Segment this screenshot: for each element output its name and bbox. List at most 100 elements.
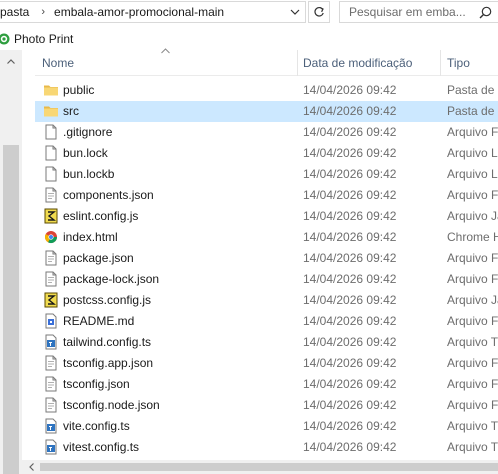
file-date: 14/04/2026 09:42 [303,125,397,139]
file-date: 14/04/2026 09:42 [303,167,397,181]
chevron-down-icon [290,9,300,15]
folder-icon [43,82,59,98]
chevron-up-icon [7,58,15,64]
file-date: 14/04/2026 09:42 [303,83,397,97]
file-name[interactable]: bun.lockb [63,164,114,185]
js-file-icon [43,208,59,224]
favorite-photo-print[interactable]: Photo Print [0,32,73,46]
file-row[interactable]: README.md 14/04/2026 09:42 Arquivo F [35,311,498,332]
search-placeholder[interactable]: Pesquisar em emba... [349,5,466,19]
file-row[interactable]: tsconfig.node.json 14/04/2026 09:42 Arquiv… [35,395,498,416]
file-icon [43,166,59,182]
file-type: Pasta de a [447,83,498,97]
file-date: 14/04/2026 09:42 [303,188,397,202]
file-date: 14/04/2026 09:42 [303,230,397,244]
breadcrumb-current[interactable]: embala-amor-promocional-main [54,5,224,19]
file-date: 14/04/2026 09:42 [303,146,397,160]
chrome-html-icon [43,229,59,245]
file-name[interactable]: package-lock.json [63,269,159,290]
file-name[interactable]: index.html [63,227,118,248]
column-divider[interactable] [440,50,441,76]
column-date[interactable]: Data de modificação [303,50,412,76]
address-bar[interactable]: pasta › embala-amor-promocional-main [0,1,306,23]
favorite-label: Photo Print [14,32,74,46]
file-name[interactable]: tsconfig.app.json [63,353,153,374]
file-name[interactable]: tailwind.config.ts [63,332,151,353]
file-row[interactable]: src 14/04/2026 09:42 Pasta de a [35,101,498,122]
file-date: 14/04/2026 09:42 [303,251,397,265]
file-row[interactable]: postcss.config.js 14/04/2026 09:42 Arquivo… [35,290,498,311]
file-name[interactable]: postcss.config.js [63,290,151,311]
scroll-up-button[interactable] [0,54,22,68]
nav-scroll-thumb[interactable] [3,145,19,474]
file-name[interactable]: bun.lock [63,143,108,164]
file-type: Arquivo Ja [447,293,498,307]
column-type[interactable]: Tipo [447,50,470,76]
file-row[interactable]: public 14/04/2026 09:42 Pasta de a [35,80,498,101]
ts-file-icon [43,439,59,455]
file-name[interactable]: tsconfig.json [63,374,130,395]
file-row[interactable]: index.html 14/04/2026 09:42 Chrome H [35,227,498,248]
file-row[interactable]: bun.lock 14/04/2026 09:42 Arquivo L [35,143,498,164]
horizontal-scroll-thumb[interactable] [40,463,498,471]
file-row[interactable]: vitest.config.ts 14/04/2026 09:42 Arquivo … [35,437,498,458]
folder-icon [43,103,59,119]
nav-pane-scrollbar[interactable] [0,50,22,474]
file-date: 14/04/2026 09:42 [303,440,397,454]
breadcrumb-separator-icon[interactable]: › [41,6,45,18]
file-row[interactable]: .gitignore 14/04/2026 09:42 Arquivo F [35,122,498,143]
json-file-icon [43,250,59,266]
breadcrumb-parent[interactable]: pasta [0,5,29,19]
json-file-icon [43,355,59,371]
file-date: 14/04/2026 09:42 [303,377,397,391]
json-file-icon [43,271,59,287]
file-type: Arquivo F [447,188,498,202]
file-type: Arquivo Ja [447,209,498,223]
file-name[interactable]: README.md [63,311,134,332]
file-row[interactable]: components.json 14/04/2026 09:42 Arquivo F [35,185,498,206]
file-row[interactable]: tsconfig.json 14/04/2026 09:42 Arquivo F [35,374,498,395]
file-type: Arquivo T [447,419,498,433]
file-name[interactable]: public [63,80,94,101]
file-icon [43,145,59,161]
file-name[interactable]: .gitignore [63,122,112,143]
address-history-dropdown[interactable] [284,2,306,22]
file-row[interactable]: eslint.config.js 14/04/2026 09:42 Arquivo … [35,206,498,227]
horizontal-scrollbar[interactable] [22,460,498,474]
json-file-icon [43,376,59,392]
file-row[interactable]: vite.config.ts 14/04/2026 09:42 Arquivo T [35,416,498,437]
file-name[interactable]: src [63,101,79,122]
file-type: Chrome H [447,230,498,244]
search-icon [479,6,492,19]
file-name[interactable]: package.json [63,248,134,269]
file-name[interactable]: eslint.config.js [63,206,138,227]
refresh-button[interactable] [308,1,330,23]
js-file-icon [43,292,59,308]
column-divider[interactable] [297,50,298,76]
file-name[interactable]: tsconfig.node.json [63,395,160,416]
ts-file-icon [43,334,59,350]
file-row[interactable]: package-lock.json 14/04/2026 09:42 Arquivo… [35,269,498,290]
search-box[interactable]: Pesquisar em emba... [339,1,498,23]
favorites-bar: Photo Print [0,28,498,50]
refresh-icon [314,6,324,17]
file-type: Arquivo L [447,146,498,160]
file-name[interactable]: components.json [63,185,154,206]
file-date: 14/04/2026 09:42 [303,398,397,412]
column-name[interactable]: Nome [42,50,74,76]
file-name[interactable]: vite.config.ts [63,416,130,437]
scroll-left-button[interactable] [26,462,36,472]
json-file-icon [43,397,59,413]
address-row: pasta › embala-amor-promocional-main Pes… [0,0,498,24]
file-name[interactable]: vitest.config.ts [63,437,139,458]
file-row[interactable]: bun.lockb 14/04/2026 09:42 Arquivo L [35,164,498,185]
file-row[interactable]: tailwind.config.ts 14/04/2026 09:42 Arquiv… [35,332,498,353]
md-file-icon [43,313,59,329]
file-row[interactable]: tsconfig.app.json 14/04/2026 09:42 Arquivo… [35,353,498,374]
file-date: 14/04/2026 09:42 [303,104,397,118]
file-date: 14/04/2026 09:42 [303,209,397,223]
file-icon [43,124,59,140]
file-row[interactable]: package.json 14/04/2026 09:42 Arquivo F [35,248,498,269]
file-type: Arquivo L [447,167,498,181]
sort-ascending-icon [161,48,170,54]
